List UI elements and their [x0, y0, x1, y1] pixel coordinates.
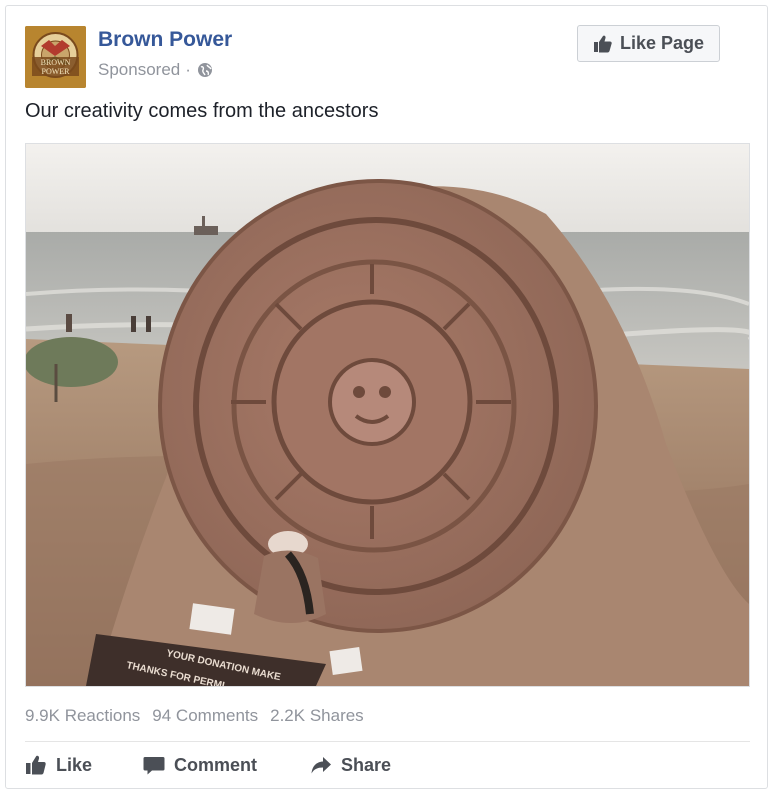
reactions-count[interactable]: 9.9K Reactions [25, 706, 140, 726]
page-avatar[interactable]: BROWN POWER [25, 26, 86, 88]
comment-icon [143, 757, 165, 775]
comments-count[interactable]: 94 Comments [152, 706, 258, 726]
thumbs-up-icon [26, 755, 46, 775]
sponsored-line: Sponsored · [98, 60, 213, 80]
like-page-button[interactable]: Like Page [577, 25, 720, 62]
brown-power-logo: BROWN POWER [25, 26, 86, 88]
like-page-label: Like Page [619, 33, 705, 53]
post-message: Our creativity comes from the ancestors [25, 100, 379, 122]
post-photo[interactable]: YOUR DONATION MAKE THANKS FOR PERMI [25, 143, 750, 687]
actions-divider [25, 741, 750, 742]
share-label: Share [341, 754, 392, 775]
like-button[interactable]: Like [25, 754, 92, 776]
shares-count[interactable]: 2.2K Shares [270, 706, 364, 726]
separator-dot: · [185, 60, 191, 79]
logo-text-top: BROWN [41, 58, 71, 67]
engagement-stats: 9.9K Reactions 94 Comments 2.2K Shares [25, 706, 364, 726]
sponsored-post-card: BROWN POWER Brown Power Sponsored · Like… [5, 5, 768, 789]
like-label: Like [56, 754, 93, 775]
share-button[interactable]: Share [310, 754, 391, 776]
comment-button[interactable]: Comment [143, 754, 257, 776]
globe-icon[interactable] [197, 62, 213, 78]
thumbs-up-icon [593, 35, 612, 52]
sand-sculpture-photo: YOUR DONATION MAKE THANKS FOR PERMI [26, 144, 749, 686]
comment-label: Comment [174, 754, 258, 775]
page-name-link[interactable]: Brown Power [98, 28, 232, 52]
logo-text-bottom: POWER [42, 67, 71, 76]
share-arrow-icon [311, 757, 331, 774]
sponsored-label[interactable]: Sponsored [98, 60, 180, 80]
post-actions-bar: Like Comment Share [25, 754, 750, 780]
